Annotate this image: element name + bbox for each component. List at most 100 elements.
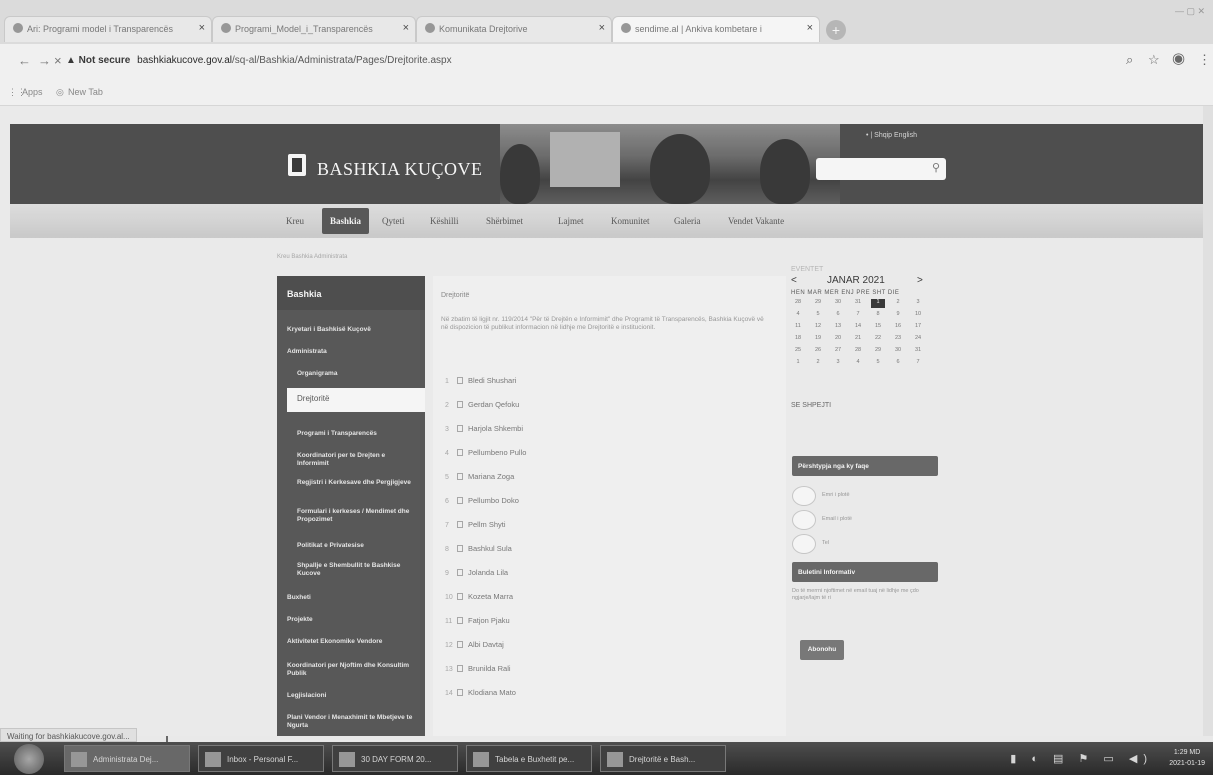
calendar-day[interactable]: 4 <box>791 311 805 317</box>
calendar-day[interactable]: 31 <box>851 299 865 305</box>
document-row[interactable]: 12 Albi Davtaj <box>445 640 504 649</box>
taskbar-item[interactable]: Drejtoritë e Bash... <box>600 745 726 772</box>
document-row[interactable]: 14 Klodiana Mato <box>445 688 516 697</box>
calendar-day[interactable]: 31 <box>911 347 925 353</box>
calendar-day[interactable]: 13 <box>831 323 845 329</box>
browser-tab[interactable]: Komunikata Drejtorive × <box>416 16 612 42</box>
calendar-day[interactable]: 27 <box>831 347 845 353</box>
calendar-day[interactable]: 16 <box>891 323 905 329</box>
nav-item-active[interactable]: Bashkia <box>322 208 370 234</box>
bookmark-apps[interactable]: Apps <box>22 87 43 97</box>
document-link[interactable]: Fatjon Pjaku <box>468 616 510 625</box>
calendar-day[interactable]: 1 <box>791 359 805 365</box>
calendar-day[interactable]: 6 <box>831 311 845 317</box>
system-tray-icons[interactable]: ▮ ◐ ▤ ⚑ ▭ ◀) <box>1010 752 1153 765</box>
calendar-day[interactable]: 28 <box>791 299 805 305</box>
nav-item[interactable]: Kreu <box>286 216 304 226</box>
calendar-day[interactable]: 4 <box>851 359 865 365</box>
site-title[interactable]: BASHKIA KUÇOVE <box>317 159 483 180</box>
document-row[interactable]: 13 Brunilda Rali <box>445 664 511 673</box>
document-link[interactable]: Brunilda Rali <box>468 664 511 673</box>
document-link[interactable]: Harjola Shkembi <box>468 424 523 433</box>
document-link[interactable]: Klodiana Mato <box>468 688 516 697</box>
document-link[interactable]: Pellumbeno Pullo <box>468 448 526 457</box>
calendar-day[interactable]: 3 <box>911 299 925 305</box>
taskbar-item[interactable]: Administrata Dej... <box>64 745 190 772</box>
document-link[interactable]: Pellm Shyti <box>468 520 506 529</box>
calendar-day[interactable]: 5 <box>811 311 825 317</box>
tab-close-icon[interactable]: × <box>403 22 409 34</box>
browser-tab[interactable]: Ari: Programi model i Transparencës × <box>4 16 212 42</box>
feedback-name-field[interactable]: Emri i plotë <box>792 486 938 506</box>
browser-tab[interactable]: Programi_Model_i_Transparencës × <box>212 16 416 42</box>
taskbar-item[interactable]: Tabela e Buxhetit pe... <box>466 745 592 772</box>
document-link[interactable]: Albi Davtaj <box>468 640 504 649</box>
calendar-day[interactable]: 21 <box>851 335 865 341</box>
document-link[interactable]: Bashkul Sula <box>468 544 512 553</box>
forward-icon[interactable]: → <box>38 53 51 68</box>
profile-icon[interactable]: ◉ <box>1172 49 1185 67</box>
calendar-prev-button[interactable]: < <box>791 275 797 286</box>
calendar-day[interactable]: 8 <box>871 311 885 317</box>
calendar-all-events-link[interactable]: SE SHPEJTI <box>791 402 831 409</box>
sidebar-item[interactable]: Kryetari i Bashkisë Kuçovë <box>277 326 425 334</box>
document-row[interactable]: 5 Mariana Zoga <box>445 472 514 481</box>
feedback-phone-field[interactable]: Tel <box>792 534 938 554</box>
calendar-day[interactable]: 6 <box>891 359 905 365</box>
sidebar-item[interactable]: Organigrama <box>277 370 425 378</box>
calendar-day[interactable]: 2 <box>891 299 905 305</box>
document-row[interactable]: 7 Pellm Shyti <box>445 520 506 529</box>
tab-close-icon[interactable]: × <box>807 22 813 34</box>
calendar-day[interactable]: 29 <box>811 299 825 305</box>
document-row[interactable]: 4 Pellumbeno Pullo <box>445 448 526 457</box>
zoom-icon[interactable]: ⌕ <box>1126 52 1133 68</box>
calendar-day[interactable]: 7 <box>911 359 925 365</box>
sidebar-item[interactable]: Plani Vendor i Menaxhimit te Mbetjeve te… <box>277 714 425 730</box>
calendar-day[interactable]: 15 <box>871 323 885 329</box>
document-row[interactable]: 11 Fatjon Pjaku <box>445 616 510 625</box>
start-button[interactable] <box>14 744 44 774</box>
taskbar-item[interactable]: 30 DAY FORM 20... <box>332 745 458 772</box>
sidebar-item[interactable]: Buxheti <box>277 594 425 602</box>
new-tab-button[interactable]: + <box>826 20 846 40</box>
document-link[interactable]: Pellumbo Doko <box>468 496 519 505</box>
calendar-day[interactable]: 9 <box>891 311 905 317</box>
search-input[interactable]: ⚲ <box>816 158 946 180</box>
calendar-day[interactable]: 17 <box>911 323 925 329</box>
nav-item[interactable]: Galeria <box>674 216 700 226</box>
nav-item[interactable]: Vendet Vakante <box>728 216 784 226</box>
calendar-day[interactable]: 29 <box>871 347 885 353</box>
document-row[interactable]: 2 Gerdan Qefoku <box>445 400 519 409</box>
browser-tab-active[interactable]: sendime.al | Ankiva kombetare i × <box>612 16 820 42</box>
document-link[interactable]: Jolanda Lila <box>468 568 508 577</box>
stop-icon[interactable]: × <box>54 53 62 68</box>
calendar-day[interactable]: 3 <box>831 359 845 365</box>
new-tab-bookmark-icon[interactable]: ◎ <box>56 87 64 98</box>
nav-item[interactable]: Qyteti <box>382 216 405 226</box>
sidebar-item[interactable]: Shpallje e Shembullit te Bashkise Kucove <box>277 562 425 578</box>
back-icon[interactable]: ← <box>18 53 31 68</box>
document-row[interactable]: 10 Kozeta Marra <box>445 592 513 601</box>
menu-icon[interactable]: ⋮ <box>1198 52 1211 68</box>
sidebar-item-active[interactable]: Drejtoritë <box>287 388 425 412</box>
calendar-day[interactable]: 30 <box>891 347 905 353</box>
window-controls[interactable]: — ▢ ✕ <box>1175 6 1205 17</box>
calendar-day[interactable]: 18 <box>791 335 805 341</box>
calendar-day[interactable]: 28 <box>851 347 865 353</box>
sidebar-item[interactable]: Regjistri i Kerkesave dhe Pergjigjeve <box>277 479 425 487</box>
not-secure-label[interactable]: ▲ Not secure <box>66 55 130 66</box>
sidebar-item[interactable]: Projekte <box>277 616 425 624</box>
document-link[interactable]: Kozeta Marra <box>468 592 513 601</box>
calendar-day[interactable]: 20 <box>831 335 845 341</box>
document-row[interactable]: 1 Bledi Shushari <box>445 376 516 385</box>
calendar-day[interactable]: 23 <box>891 335 905 341</box>
calendar-day[interactable]: 22 <box>871 335 885 341</box>
taskbar-item[interactable]: Inbox - Personal F... <box>198 745 324 772</box>
sidebar-item[interactable]: Koordinatori per Njoftim dhe Konsultim P… <box>277 662 425 678</box>
document-link[interactable]: Bledi Shushari <box>468 376 516 385</box>
calendar-day[interactable]: 24 <box>911 335 925 341</box>
sidebar-item[interactable]: Politikat e Privatesise <box>277 542 425 550</box>
document-row[interactable]: 3 Harjola Shkembi <box>445 424 523 433</box>
document-link[interactable]: Gerdan Qefoku <box>468 400 519 409</box>
nav-item[interactable]: Komunitet <box>611 216 650 226</box>
